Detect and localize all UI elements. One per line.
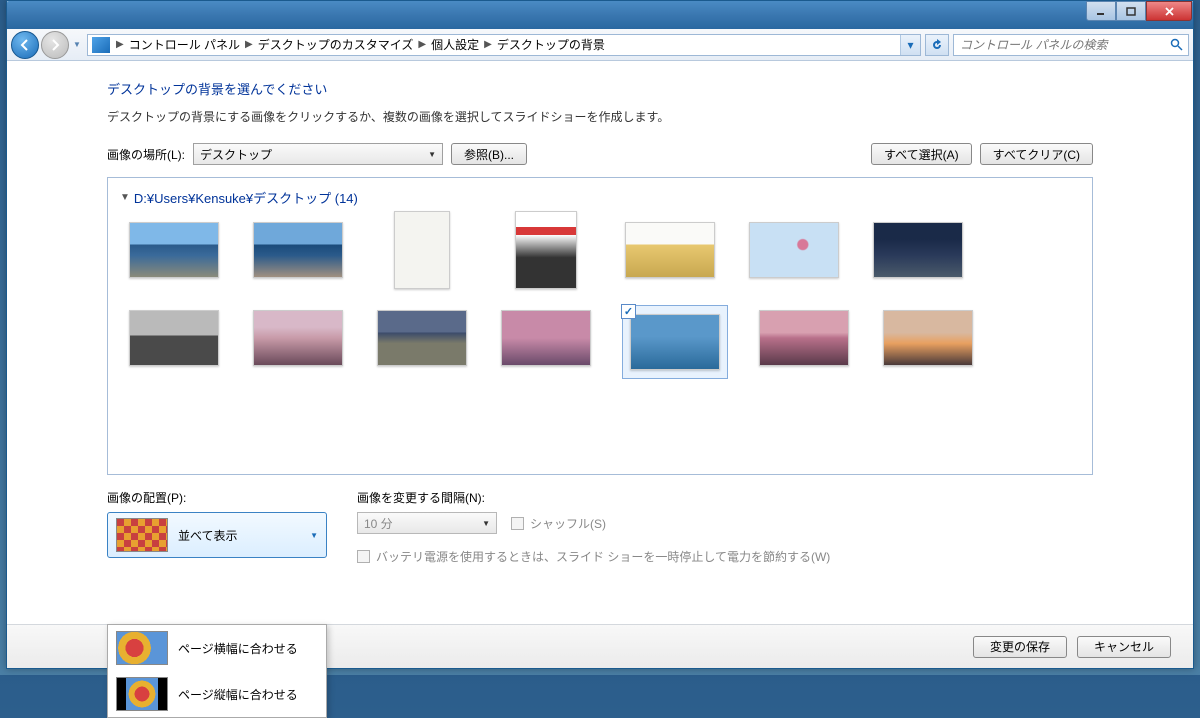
- breadcrumb-item[interactable]: デスクトップのカスタマイズ: [255, 36, 417, 53]
- folder-header[interactable]: ▼ D:¥Users¥Kensuke¥デスクトップ (14): [120, 188, 1080, 207]
- interval-value: 10 分: [364, 515, 393, 532]
- location-row: 画像の場所(L): デスクトップ ▼ 参照(B)... すべて選択(A) すべて…: [107, 143, 1093, 165]
- wallpaper-thumb[interactable]: [498, 305, 594, 371]
- location-label: 画像の場所(L):: [107, 146, 185, 163]
- minimize-button[interactable]: [1086, 1, 1116, 21]
- nav-history-dropdown[interactable]: ▼: [71, 35, 83, 55]
- wallpaper-thumb[interactable]: [374, 305, 470, 371]
- collapse-icon: ▼: [120, 192, 130, 203]
- wallpaper-thumb[interactable]: [756, 305, 852, 371]
- chevron-right-icon: ▶: [482, 39, 494, 50]
- window-buttons: [1086, 1, 1192, 21]
- close-button[interactable]: [1146, 1, 1192, 21]
- content-area: デスクトップの背景を選んでください デスクトップの背景にする画像をクリックするか…: [7, 61, 1193, 624]
- position-label: 画像の配置(P):: [107, 489, 327, 506]
- chevron-right-icon: ▶: [243, 39, 255, 50]
- shuffle-label: シャッフル(S): [530, 515, 606, 532]
- location-value: デスクトップ: [200, 146, 272, 163]
- location-combo[interactable]: デスクトップ ▼: [193, 143, 443, 165]
- clear-all-button[interactable]: すべてクリア(C): [980, 143, 1093, 165]
- page-description: デスクトップの背景にする画像をクリックするか、複数の画像を選択してスライドショー…: [107, 108, 1093, 125]
- position-option[interactable]: ページ横幅に合わせる: [108, 625, 326, 671]
- chevron-down-icon: ▼: [482, 519, 490, 528]
- control-panel-icon: [92, 37, 110, 53]
- search-icon[interactable]: [1164, 38, 1188, 51]
- wallpaper-thumb[interactable]: [374, 217, 470, 283]
- position-dropdown-list: ページ横幅に合わせる ページ縦幅に合わせる: [107, 624, 327, 718]
- cancel-button[interactable]: キャンセル: [1077, 636, 1171, 658]
- position-option-icon: [116, 631, 168, 665]
- address-dropdown[interactable]: ▾: [900, 35, 920, 55]
- wallpaper-thumb[interactable]: [746, 217, 842, 283]
- checkbox-checked[interactable]: ✓: [621, 304, 636, 319]
- position-preview-icon: [116, 518, 168, 552]
- position-option[interactable]: ページ縦幅に合わせる: [108, 671, 326, 717]
- wallpaper-thumb[interactable]: [126, 305, 222, 371]
- wallpaper-thumb-selected[interactable]: ✓: [622, 305, 728, 379]
- position-option-icon: [116, 677, 168, 711]
- navbar: ▼ ▶ コントロール パネル ▶ デスクトップのカスタマイズ ▶ 個人設定 ▶ …: [7, 29, 1193, 61]
- nav-forward-button[interactable]: [41, 31, 69, 59]
- chevron-down-icon: ▼: [428, 150, 436, 159]
- settings-row: 画像の配置(P): 並べて表示 ▼ 画像を変更する間隔(N): 10 分 ▼: [107, 489, 1093, 565]
- nav-back-button[interactable]: [11, 31, 39, 59]
- page-heading: デスクトップの背景を選んでください: [107, 79, 1093, 98]
- refresh-button[interactable]: [925, 34, 949, 56]
- chevron-down-icon: ▼: [310, 531, 318, 540]
- interval-label: 画像を変更する間隔(N):: [357, 489, 830, 506]
- breadcrumb-item[interactable]: 個人設定: [428, 36, 482, 53]
- folder-path: D:¥Users¥Kensuke¥デスクトップ (14): [134, 188, 358, 207]
- save-button[interactable]: 変更の保存: [973, 636, 1067, 658]
- position-option-label: ページ横幅に合わせる: [178, 640, 298, 657]
- address-bar[interactable]: ▶ コントロール パネル ▶ デスクトップのカスタマイズ ▶ 個人設定 ▶ デス…: [87, 34, 921, 56]
- breadcrumb-item[interactable]: デスクトップの背景: [494, 36, 608, 53]
- position-option-label: ページ縦幅に合わせる: [178, 686, 298, 703]
- wallpaper-thumb[interactable]: [126, 217, 222, 283]
- wallpaper-thumb[interactable]: [498, 217, 594, 283]
- chevron-right-icon: ▶: [114, 39, 126, 50]
- wallpaper-thumb[interactable]: [870, 217, 966, 283]
- wallpaper-thumb[interactable]: [250, 305, 346, 371]
- wallpaper-thumb[interactable]: [622, 217, 718, 283]
- shuffle-checkbox[interactable]: [511, 517, 524, 530]
- position-combo[interactable]: 並べて表示 ▼: [107, 512, 327, 558]
- thumbnail-grid: ✓: [120, 217, 1080, 379]
- search-input[interactable]: [954, 38, 1164, 52]
- maximize-button[interactable]: [1116, 1, 1146, 21]
- shuffle-row: シャッフル(S): [511, 515, 606, 532]
- search-box: [953, 34, 1189, 56]
- gallery: ▼ D:¥Users¥Kensuke¥デスクトップ (14) ✓: [107, 177, 1093, 475]
- breadcrumb-item[interactable]: コントロール パネル: [126, 36, 243, 53]
- browse-button[interactable]: 参照(B)...: [451, 143, 527, 165]
- titlebar: [7, 1, 1193, 29]
- interval-combo[interactable]: 10 分 ▼: [357, 512, 497, 534]
- battery-row: バッテリ電源を使用するときは、スライド ショーを一時停止して電力を節約する(W): [357, 548, 830, 565]
- chevron-right-icon: ▶: [416, 39, 428, 50]
- wallpaper-thumb[interactable]: [250, 217, 346, 283]
- wallpaper-thumb[interactable]: [880, 305, 976, 371]
- battery-label: バッテリ電源を使用するときは、スライド ショーを一時停止して電力を節約する(W): [376, 548, 830, 565]
- battery-checkbox[interactable]: [357, 550, 370, 563]
- select-all-button[interactable]: すべて選択(A): [871, 143, 972, 165]
- position-value: 並べて表示: [178, 527, 238, 544]
- control-panel-window: ▼ ▶ コントロール パネル ▶ デスクトップのカスタマイズ ▶ 個人設定 ▶ …: [6, 0, 1194, 669]
